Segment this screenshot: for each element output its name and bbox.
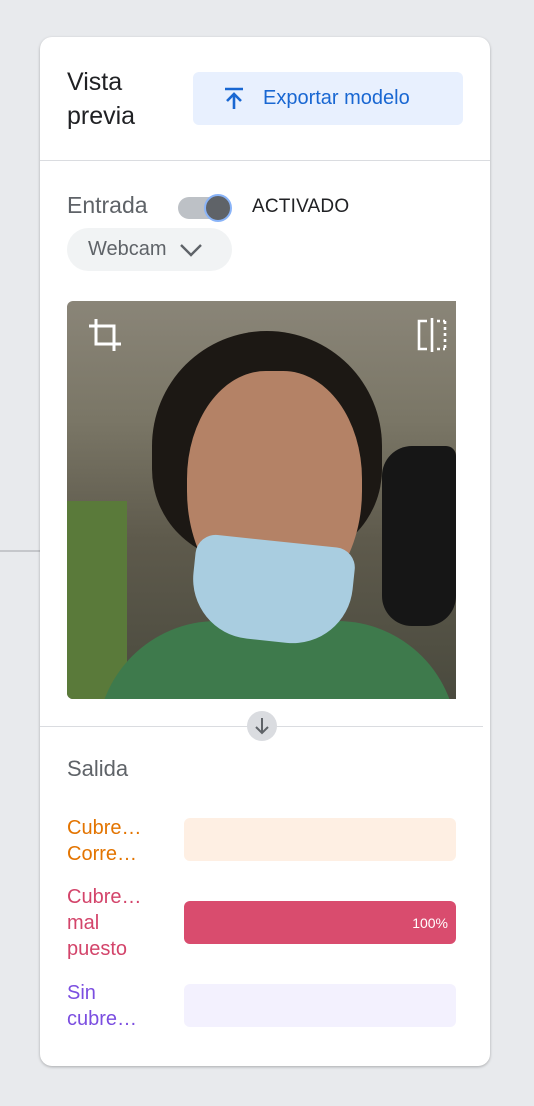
chevron-down-icon xyxy=(179,243,202,257)
class-label-line: cubre… xyxy=(67,1008,138,1030)
class-label-2: Cubre… mal puesto xyxy=(67,884,167,962)
class-bar-fill: 100% xyxy=(184,901,456,944)
panel-header: Vista previa Exportar modelo xyxy=(40,37,490,161)
crop-icon[interactable] xyxy=(87,317,123,353)
class-label-3: Sin cubre… xyxy=(67,980,167,1032)
class-label-line: Corre… xyxy=(67,843,138,865)
input-source-value: Webcam xyxy=(88,238,167,260)
flip-icon[interactable] xyxy=(417,318,447,352)
background-shape xyxy=(67,501,127,699)
class-bar-1 xyxy=(184,818,456,861)
class-percent: 100% xyxy=(412,914,448,931)
page-title: Vista previa xyxy=(67,68,136,130)
upload-icon xyxy=(225,87,243,109)
arrow-down-button[interactable] xyxy=(247,711,277,741)
input-toggle[interactable] xyxy=(178,194,234,222)
connector-line xyxy=(0,550,40,552)
input-label: Entrada xyxy=(67,192,148,218)
class-label-line: Cubre… xyxy=(67,886,142,908)
export-model-button[interactable]: Exportar modelo xyxy=(193,72,463,125)
export-model-label: Exportar modelo xyxy=(263,87,410,109)
toggle-state-label: ACTIVADO xyxy=(252,196,350,217)
input-source-select[interactable]: Webcam xyxy=(67,228,232,271)
preview-panel: Vista previa Exportar modelo Entrada ACT… xyxy=(40,37,490,1066)
class-bar-3 xyxy=(184,984,456,1027)
class-label-line: mal xyxy=(67,912,100,934)
class-label-line: Sin xyxy=(67,982,96,1004)
output-title: Salida xyxy=(67,756,129,781)
webcam-preview xyxy=(67,301,456,699)
class-label-line: puesto xyxy=(67,938,128,960)
background-shape xyxy=(382,446,456,626)
class-bar-2: 100% xyxy=(184,901,456,944)
class-label-line: Cubre… xyxy=(67,817,142,839)
arrow-down-icon xyxy=(255,718,269,735)
toggle-thumb xyxy=(204,194,232,222)
class-label-1: Cubre… Corre… xyxy=(67,815,167,867)
